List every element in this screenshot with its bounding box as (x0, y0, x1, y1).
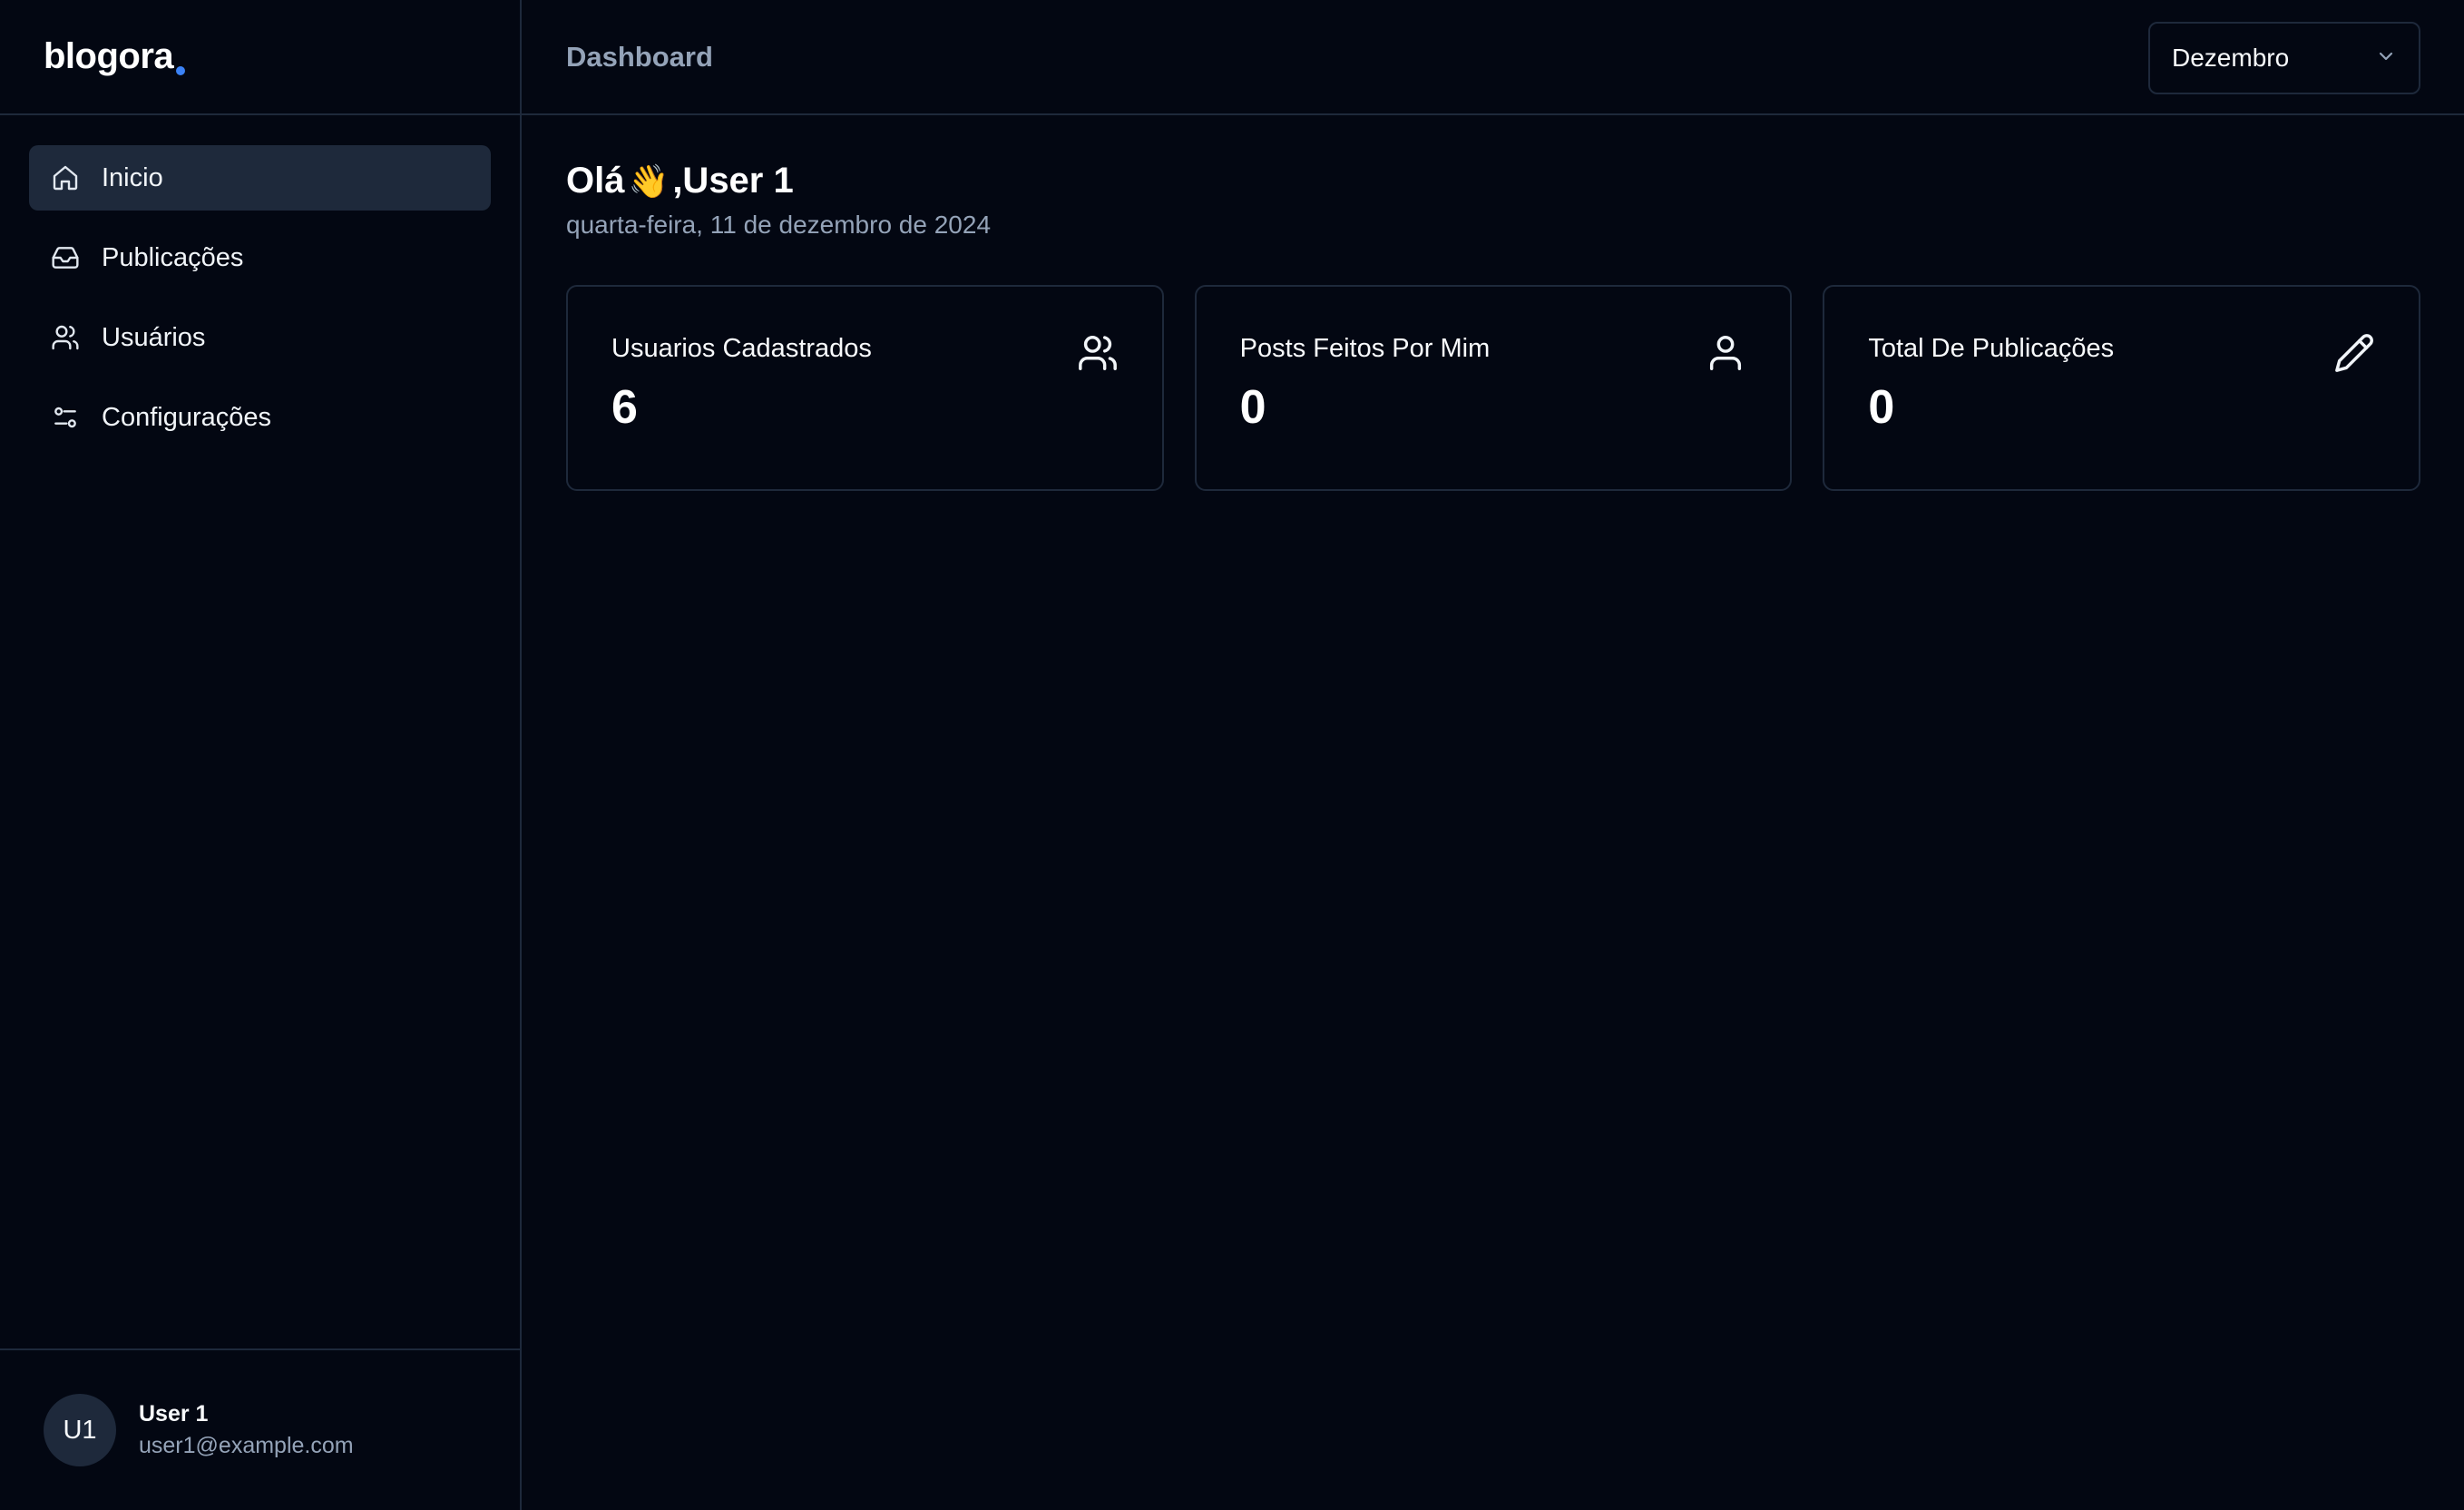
brand-logo-dot (176, 66, 186, 75)
stat-card-usuarios: Usuarios Cadastrados 6 (566, 285, 1164, 491)
chevron-down-icon (2375, 45, 2397, 72)
greeting: Olá 👋 ,User 1 (566, 161, 2420, 201)
sidebar-item-configuracoes[interactable]: Configurações (29, 385, 491, 450)
stat-card-value: 0 (1239, 381, 1266, 434)
user-info: User 1 user1@example.com (139, 1401, 354, 1459)
sidebar-item-usuarios[interactable]: Usuários (29, 305, 491, 370)
user-name: User 1 (139, 1401, 209, 1427)
sidebar-item-publicacoes[interactable]: Publicações (29, 225, 491, 290)
stat-card-value: 6 (611, 381, 638, 434)
avatar: U1 (44, 1394, 116, 1466)
inbox-icon (51, 243, 80, 272)
stat-card-value: 0 (1868, 381, 1895, 434)
sidebar-item-inicio[interactable]: Inicio (29, 145, 491, 211)
stat-card-publicacoes: Total De Publicações 0 (1823, 285, 2421, 491)
topbar: Dashboard Dezembro (522, 0, 2464, 115)
user-profile[interactable]: U1 User 1 user1@example.com (0, 1348, 520, 1510)
dashboard-content: Olá 👋 ,User 1 quarta-feira, 11 de dezemb… (522, 115, 2464, 491)
greeting-user: ,User 1 (672, 161, 794, 201)
greeting-prefix: Olá (566, 161, 625, 201)
sidebar-header: blogora (0, 0, 520, 115)
current-date: quarta-feira, 11 de dezembro de 2024 (566, 211, 992, 239)
main-area: Dashboard Dezembro Olá 👋 ,User 1 quarta-… (522, 0, 2464, 1510)
stat-card-title: Posts Feitos Por Mim (1239, 334, 1491, 363)
user-email: user1@example.com (139, 1433, 354, 1458)
brand-logo[interactable]: blogora (44, 36, 186, 77)
month-select[interactable]: Dezembro (2148, 22, 2420, 94)
stat-card-posts: Posts Feitos Por Mim 0 (1194, 285, 1793, 491)
sidebar-item-label: Usuários (102, 322, 206, 352)
stat-card-title: Usuarios Cadastrados (611, 334, 872, 363)
sidebar-item-label: Publicações (102, 242, 244, 272)
stats-cards: Usuarios Cadastrados 6 Posts Feitos Por … (566, 285, 2421, 491)
page-title: Dashboard (566, 40, 713, 73)
home-icon (51, 163, 80, 192)
wave-emoji: 👋 (628, 162, 670, 200)
month-select-value: Dezembro (2172, 44, 2290, 72)
user-icon (1705, 332, 1746, 374)
sidebar: blogora Inicio Publicações Usuários Conf… (0, 0, 522, 1510)
app-root: blogora Inicio Publicações Usuários Conf… (0, 0, 2464, 1510)
users-icon (51, 323, 80, 352)
users-icon (1077, 332, 1119, 374)
pencil-icon (2333, 332, 2375, 374)
brand-logo-text: blogora (44, 36, 174, 76)
stat-card-title: Total De Publicações (1868, 334, 2115, 363)
sidebar-nav: Inicio Publicações Usuários Configuraçõe… (0, 115, 520, 450)
sidebar-item-label: Configurações (102, 402, 271, 432)
sidebar-item-label: Inicio (102, 162, 163, 192)
sliders-icon (51, 403, 80, 432)
